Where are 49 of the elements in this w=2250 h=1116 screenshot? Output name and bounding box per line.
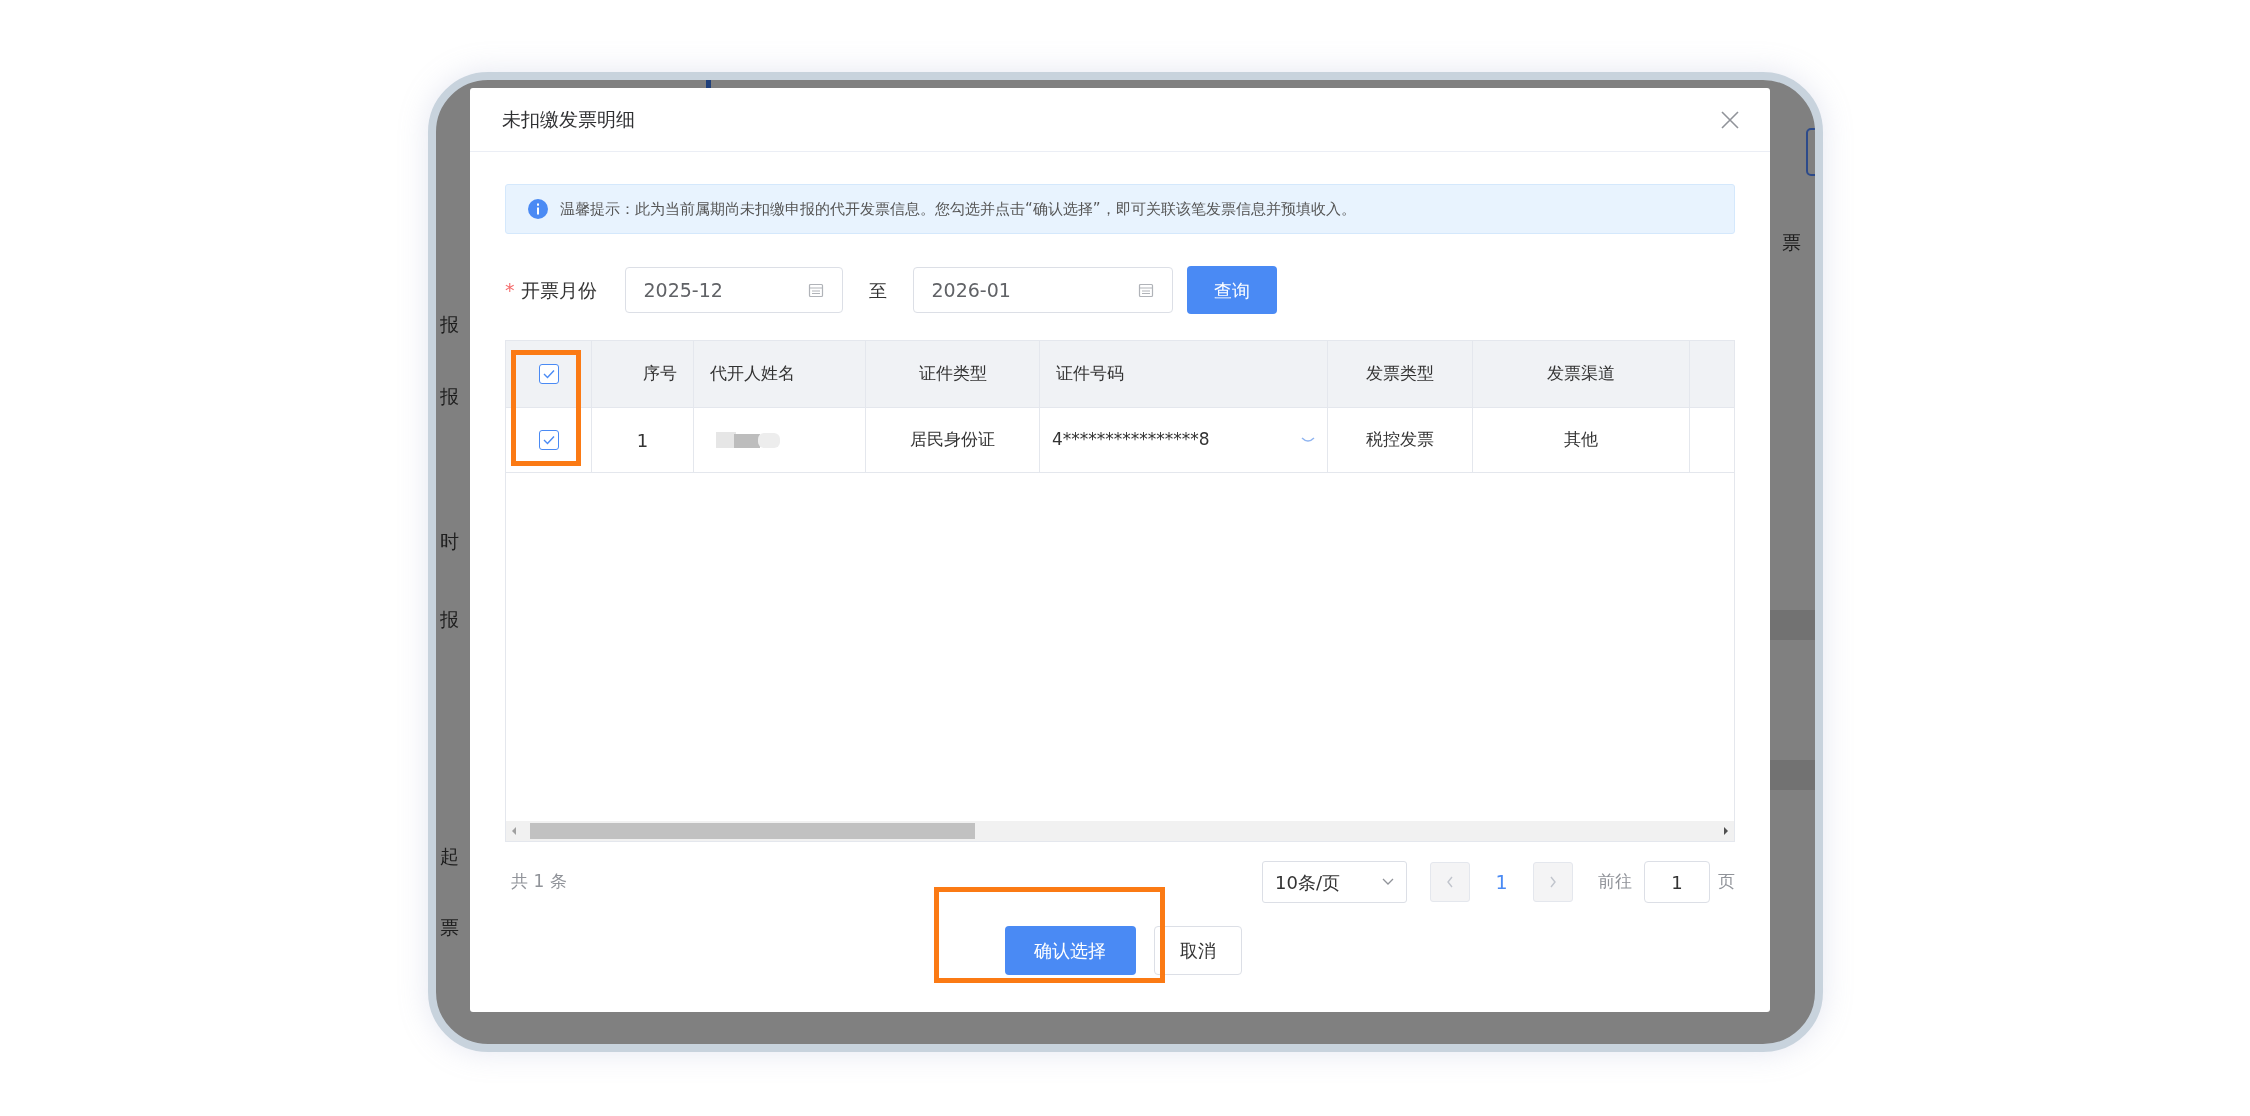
page-number[interactable]: 1 bbox=[1470, 862, 1533, 902]
checkmark-icon bbox=[542, 369, 555, 379]
eye-closed-icon[interactable] bbox=[1301, 436, 1315, 444]
total-count: 共 1 条 bbox=[511, 870, 567, 894]
table-cell-text: 其他 bbox=[1564, 428, 1598, 452]
query-button[interactable]: 查询 bbox=[1186, 266, 1277, 314]
table-cell-text: 税控发票 bbox=[1366, 428, 1434, 452]
scroll-left-icon[interactable] bbox=[510, 826, 518, 836]
table-cell-text: 4****************8 bbox=[1052, 428, 1210, 452]
end-month-field[interactable]: 2026-01 bbox=[912, 267, 1173, 313]
column-header: 发票渠道 bbox=[1547, 362, 1615, 386]
calendar-icon bbox=[1137, 282, 1154, 298]
checkbox[interactable] bbox=[538, 430, 559, 450]
confirm-button[interactable]: 确认选择 bbox=[1004, 926, 1136, 975]
chevron-left-icon bbox=[1446, 876, 1454, 888]
range-separator: 至 bbox=[868, 278, 887, 303]
column-header: 序号 bbox=[643, 362, 677, 386]
goto-suffix: 页 bbox=[1718, 870, 1735, 894]
chevron-down-icon bbox=[1382, 878, 1394, 886]
calendar-icon bbox=[807, 282, 824, 298]
checkbox[interactable] bbox=[538, 364, 559, 384]
tip-text: 温馨提示：此为当前属期尚未扣缴申报的代开发票信息。您勾选并点击“确认选择”，即可关联该笔发票信息并预填收入。 bbox=[560, 198, 1356, 220]
column-header: 发票类型 bbox=[1366, 362, 1434, 386]
table-cell-text: 居民身份证 bbox=[910, 428, 995, 452]
goto-label: 前往 bbox=[1598, 870, 1632, 894]
side-label: 报 bbox=[440, 384, 459, 409]
goto-page-field[interactable]: 1 bbox=[1644, 861, 1710, 903]
close-icon[interactable] bbox=[1720, 109, 1740, 130]
side-label: 报 bbox=[440, 312, 459, 337]
dialog-title: 未扣缴发票明细 bbox=[502, 107, 635, 133]
scroll-right-icon[interactable] bbox=[1722, 826, 1730, 836]
side-label: 起 bbox=[440, 844, 459, 869]
column-header: 证件类型 bbox=[918, 362, 987, 386]
side-label: 票 bbox=[440, 915, 459, 940]
info-icon bbox=[528, 199, 548, 219]
horizontal-scrollbar[interactable] bbox=[506, 821, 1734, 841]
checkmark-icon bbox=[542, 435, 555, 445]
column-header: 代开人姓名 bbox=[710, 362, 795, 386]
cancel-button[interactable]: 取消 bbox=[1153, 926, 1242, 975]
column-header: 票 bbox=[1782, 230, 1801, 255]
start-month-field[interactable]: 2025-12 bbox=[624, 267, 843, 313]
side-label: 时 bbox=[440, 529, 459, 554]
page-size-select[interactable]: 10条/页 bbox=[1262, 861, 1407, 903]
required-mark: * bbox=[505, 277, 515, 303]
table-cell-text: 1 bbox=[636, 428, 649, 453]
field-label: 开票月份 bbox=[520, 277, 598, 303]
side-label: 报 bbox=[440, 607, 459, 632]
chevron-right-icon bbox=[1549, 876, 1557, 888]
column-header: 证件号码 bbox=[1056, 362, 1124, 386]
